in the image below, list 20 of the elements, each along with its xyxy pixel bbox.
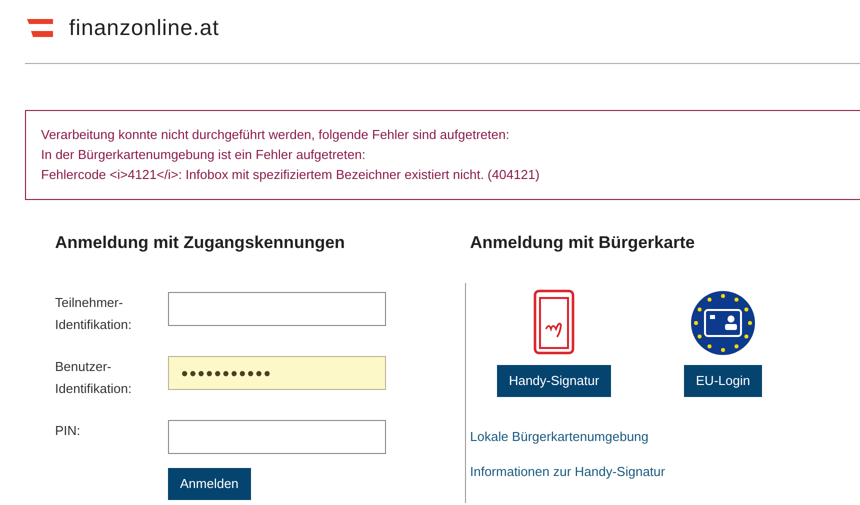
error-message-line: In der Bürgerkartenumgebung ist ein Fehler aufgetreten:: [41, 146, 366, 164]
info-link[interactable]: Lokale Bürgerkartenumgebung: [470, 426, 860, 446]
field-label: PIN:: [55, 422, 82, 440]
flag-logo-icon: [27, 18, 53, 36]
error-message-line: Fehlercode <i>4121</i>: Infobox mit spezifiziertem Bezeichner existiert nicht. (404121): [41, 166, 541, 184]
section-heading: Anmeldung mit Bürgerkarte: [470, 232, 696, 254]
error-message-line: Verarbeitung konnte nicht durchgeführt werden, folgende Fehler sind aufgetreten:: [41, 126, 510, 144]
input-field[interactable]: [168, 420, 386, 454]
field-label: Benutzer- Identifikation:: [55, 358, 133, 398]
eu-id-card-icon: [691, 290, 755, 354]
site-logo-text: finanzonline.at: [69, 14, 220, 42]
field-label: Teilnehmer- Identifikation:: [55, 294, 133, 334]
phone-signature-icon: [533, 288, 575, 354]
login-button[interactable]: Anmelden: [168, 468, 251, 500]
info-link[interactable]: Informationen zur Handy-Signatur: [470, 462, 860, 482]
login-option-button[interactable]: Handy-Signatur: [496, 364, 612, 396]
input-field[interactable]: ●●●●●●●●●●●: [168, 356, 386, 390]
input-field[interactable]: [168, 292, 386, 326]
section-heading: Anmeldung mit Zugangskennungen: [55, 232, 346, 254]
login-option-button[interactable]: EU-Login: [684, 364, 762, 396]
